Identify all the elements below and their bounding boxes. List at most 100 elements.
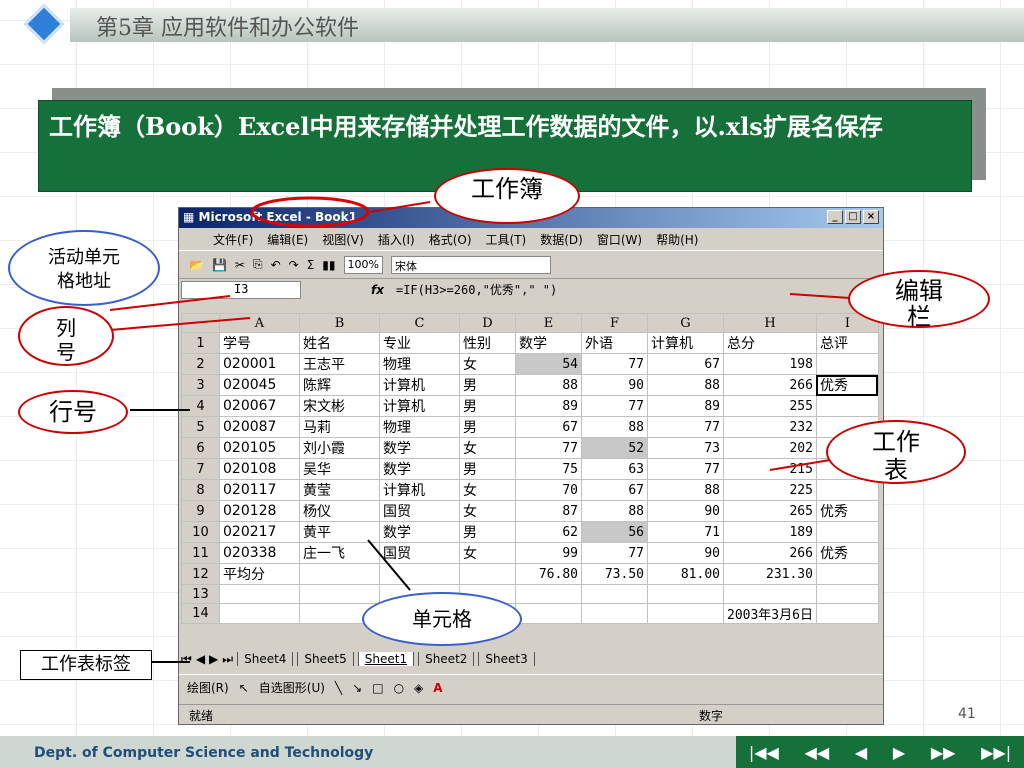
column-header[interactable]: G [647,313,724,333]
cell[interactable]: 89 [647,395,724,417]
column-header[interactable]: D [459,313,516,333]
cell[interactable]: 刘小霞 [299,437,380,459]
cell[interactable]: 73.50 [581,563,648,585]
row-header[interactable]: 14 [181,603,220,624]
cell[interactable]: 优秀 [815,542,879,564]
cell[interactable]: 70 [515,479,582,501]
cell[interactable] [723,584,817,604]
cut-icon[interactable]: ✂ [235,258,245,272]
select-pointer-icon[interactable]: ↖ [239,681,249,695]
cell[interactable]: 020117 [219,479,300,501]
cell[interactable]: 020001 [219,353,300,375]
formula-input[interactable]: =IF(H3>=260,"优秀"," ") [396,281,557,298]
cell[interactable] [515,603,582,624]
cell[interactable]: 庄一飞 [299,542,380,564]
cell[interactable]: 77 [581,353,648,375]
cell[interactable]: 男 [459,374,516,396]
row-header[interactable]: 13 [181,584,220,604]
cell[interactable]: 数学 [515,332,582,354]
cell[interactable]: 266 [723,542,817,564]
cell[interactable]: 优秀 [815,500,879,522]
redo-icon[interactable]: ↷ [289,258,299,272]
nav-button[interactable]: |◀◀ [749,743,779,762]
cell[interactable]: 国贸 [379,542,460,564]
column-header[interactable]: C [379,313,460,333]
cell[interactable]: 女 [459,542,516,564]
row-header[interactable]: 2 [181,353,220,375]
cell[interactable]: 62 [515,521,582,543]
tab-scroll-icon[interactable]: ◀ [196,652,205,666]
cell[interactable]: 吴华 [299,458,380,480]
copy-icon[interactable]: ⎘ [253,257,263,272]
zoom-select[interactable]: 100% [343,255,383,274]
cell[interactable]: 计算机 [647,332,724,354]
tab-scroll-icon[interactable]: ▶ [209,652,218,666]
fx-icon[interactable]: fx [371,283,384,297]
cell[interactable]: 男 [459,416,516,438]
cell[interactable]: 198 [723,353,817,375]
cell[interactable] [581,603,648,624]
autoshape-menu[interactable]: 自选图形(U) [259,679,325,696]
column-header[interactable]: H [723,313,817,333]
open-icon[interactable]: 📂 [189,258,204,272]
cell[interactable]: 男 [459,458,516,480]
cell[interactable]: 020217 [219,521,300,543]
menu-item[interactable]: 帮助(H) [656,231,698,248]
cell[interactable]: 225 [723,479,817,501]
cell[interactable] [459,563,516,585]
tab-sheet4[interactable]: Sheet4 [237,652,294,666]
cell[interactable]: 物理 [379,416,460,438]
row-header[interactable]: 8 [181,479,220,501]
menu-item[interactable]: 格式(O) [429,231,472,248]
cell[interactable]: 国贸 [379,500,460,522]
nav-button[interactable]: ▶▶ [931,743,956,762]
column-header[interactable]: F [581,313,648,333]
minimize-button[interactable]: _ [827,210,843,224]
cell[interactable] [299,584,380,604]
cell[interactable]: 67 [647,353,724,375]
select-all-corner[interactable] [181,313,220,333]
cell[interactable]: 数学 [379,437,460,459]
cell[interactable]: 87 [515,500,582,522]
cell[interactable]: 90 [647,500,724,522]
cell[interactable]: 020108 [219,458,300,480]
maximize-button[interactable]: □ [845,210,861,224]
cell[interactable]: 81.00 [647,563,724,585]
cell[interactable]: 020067 [219,395,300,417]
cell[interactable]: 255 [723,395,817,417]
cell[interactable] [815,395,879,417]
menu-item[interactable]: 视图(V) [322,231,364,248]
cell[interactable]: 77 [647,458,724,480]
cell[interactable]: 88 [647,479,724,501]
cell[interactable]: 020087 [219,416,300,438]
row-header[interactable]: 1 [181,332,220,354]
cell[interactable]: 020105 [219,437,300,459]
nav-button[interactable]: ◀◀ [805,743,830,762]
cell[interactable] [647,584,724,604]
cell[interactable]: 数学 [379,521,460,543]
menu-item[interactable]: 工具(T) [486,231,527,248]
cell[interactable] [815,584,879,604]
cell[interactable]: 265 [723,500,817,522]
cell[interactable]: 77 [581,542,648,564]
menu-item[interactable]: 窗口(W) [597,231,642,248]
cell[interactable]: 物理 [379,353,460,375]
column-header[interactable]: B [299,313,380,333]
cell[interactable]: 020128 [219,500,300,522]
tab-scroll-icon[interactable]: ⏮ [181,652,192,667]
row-header[interactable]: 3 [181,374,220,396]
cell[interactable]: 陈辉 [299,374,380,396]
column-header[interactable]: A [219,313,300,333]
cell[interactable]: 202 [723,437,817,459]
cell[interactable]: 52 [581,437,648,459]
cell[interactable]: 马莉 [299,416,380,438]
cell[interactable]: 男 [459,521,516,543]
cell[interactable]: 99 [515,542,582,564]
row-header[interactable]: 11 [181,542,220,564]
cell[interactable] [815,353,879,375]
cell[interactable]: 性别 [459,332,516,354]
tab-sheet5[interactable]: Sheet5 [297,652,354,666]
menu-item[interactable]: 数据(D) [540,231,583,248]
cell[interactable]: 231.30 [723,563,817,585]
chart-icon[interactable]: ▮▮ [322,258,335,272]
